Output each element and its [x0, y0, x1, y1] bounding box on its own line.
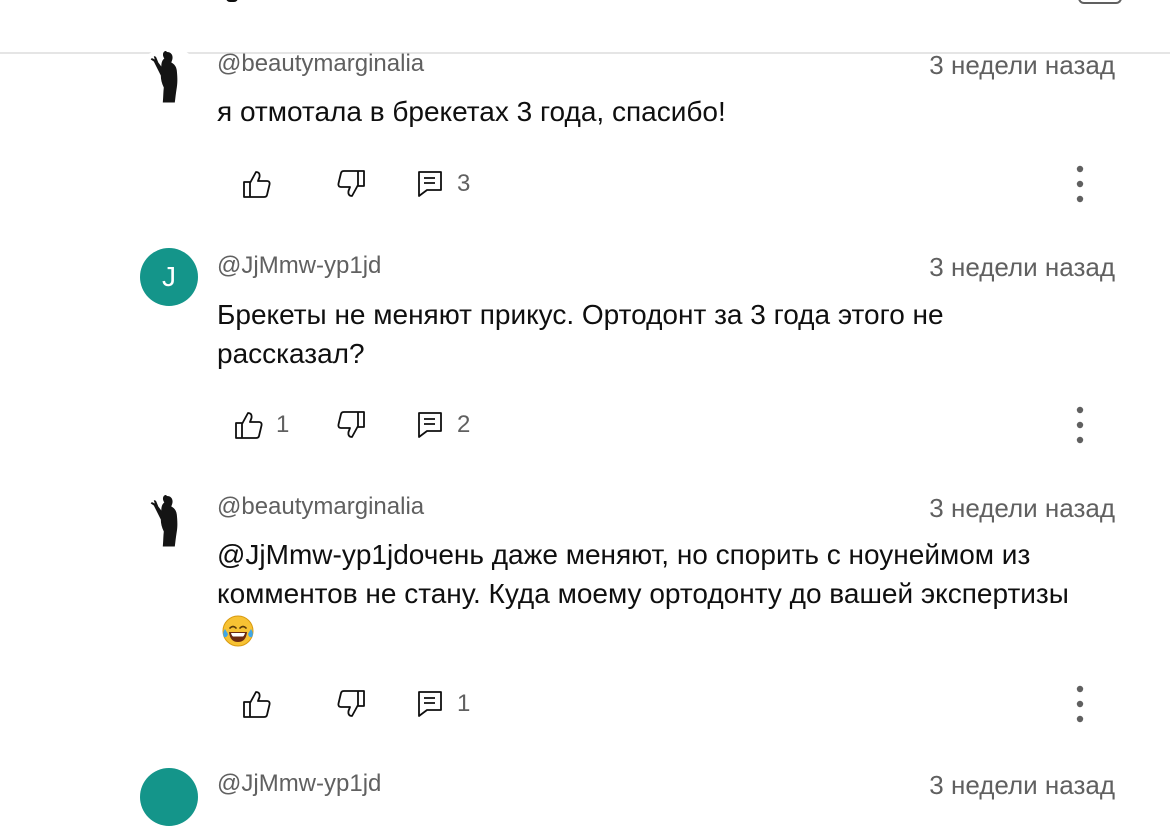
- header-title-fragment: [226, 0, 238, 2]
- comment-text: Брекеты не меняют прикус. Ортодонт за 3 …: [217, 299, 944, 369]
- thumb-up-icon: [240, 167, 274, 201]
- more-vert-icon: [1066, 682, 1094, 726]
- like-button[interactable]: 1: [232, 403, 289, 447]
- comment-text-body: @JjMmw-yp1jdочень даже меняют, но спорит…: [217, 539, 1069, 609]
- comment-actions: 1: [0, 682, 1170, 726]
- more-options-button[interactable]: [1066, 682, 1094, 726]
- reply-button[interactable]: 2: [413, 403, 470, 447]
- dislike-button[interactable]: [334, 162, 368, 206]
- comment-author[interactable]: @JjMmw-yp1jd: [217, 252, 381, 280]
- thumb-down-icon: [334, 687, 368, 721]
- reply-count: 1: [457, 690, 471, 717]
- header-button-fragment[interactable]: [1078, 0, 1122, 4]
- dislike-button[interactable]: [334, 682, 368, 726]
- thumb-up-icon: [240, 687, 274, 721]
- reply-count: 3: [457, 170, 471, 197]
- reply-count: 2: [457, 411, 471, 438]
- more-vert-icon: [1066, 403, 1094, 447]
- reply-comment-icon: [413, 408, 447, 442]
- comment-actions: 3: [0, 162, 1170, 206]
- reply-button[interactable]: 3: [413, 162, 470, 206]
- avatar[interactable]: [140, 46, 198, 104]
- comment-author[interactable]: @JjMmw-yp1jd: [217, 770, 381, 798]
- comment-text: @JjMmw-yp1jdочень даже меняют, но спорит…: [217, 535, 1097, 652]
- more-options-button[interactable]: [1066, 403, 1094, 447]
- like-button[interactable]: [240, 162, 284, 206]
- comment-actions: 1 2: [0, 403, 1170, 447]
- thumb-down-icon: [334, 408, 368, 442]
- comment-timestamp[interactable]: 3 недели назад: [929, 252, 1115, 283]
- comment-author[interactable]: @beautymarginalia: [217, 50, 424, 78]
- dislike-button[interactable]: [334, 403, 368, 447]
- avatar[interactable]: J: [140, 248, 198, 306]
- reply-comment-icon: [413, 687, 447, 721]
- like-button[interactable]: [240, 682, 284, 726]
- face-with-tears-of-joy-icon: [221, 614, 255, 648]
- more-vert-icon: [1066, 162, 1094, 206]
- comment-timestamp[interactable]: 3 недели назад: [929, 493, 1115, 524]
- reply-button[interactable]: 1: [413, 682, 470, 726]
- like-count: 1: [276, 411, 290, 438]
- comment-author[interactable]: @beautymarginalia: [217, 493, 424, 521]
- avatar[interactable]: [140, 490, 198, 548]
- comment-text: я отмотала в брекетах 3 года, спасибо!: [217, 96, 726, 127]
- comment-timestamp[interactable]: 3 недели назад: [929, 770, 1115, 801]
- thumb-down-icon: [334, 167, 368, 201]
- more-options-button[interactable]: [1066, 162, 1094, 206]
- avatar[interactable]: [140, 768, 198, 826]
- reply-comment-icon: [413, 167, 447, 201]
- comment-timestamp[interactable]: 3 недели назад: [929, 50, 1115, 81]
- thumb-up-icon: [232, 408, 266, 442]
